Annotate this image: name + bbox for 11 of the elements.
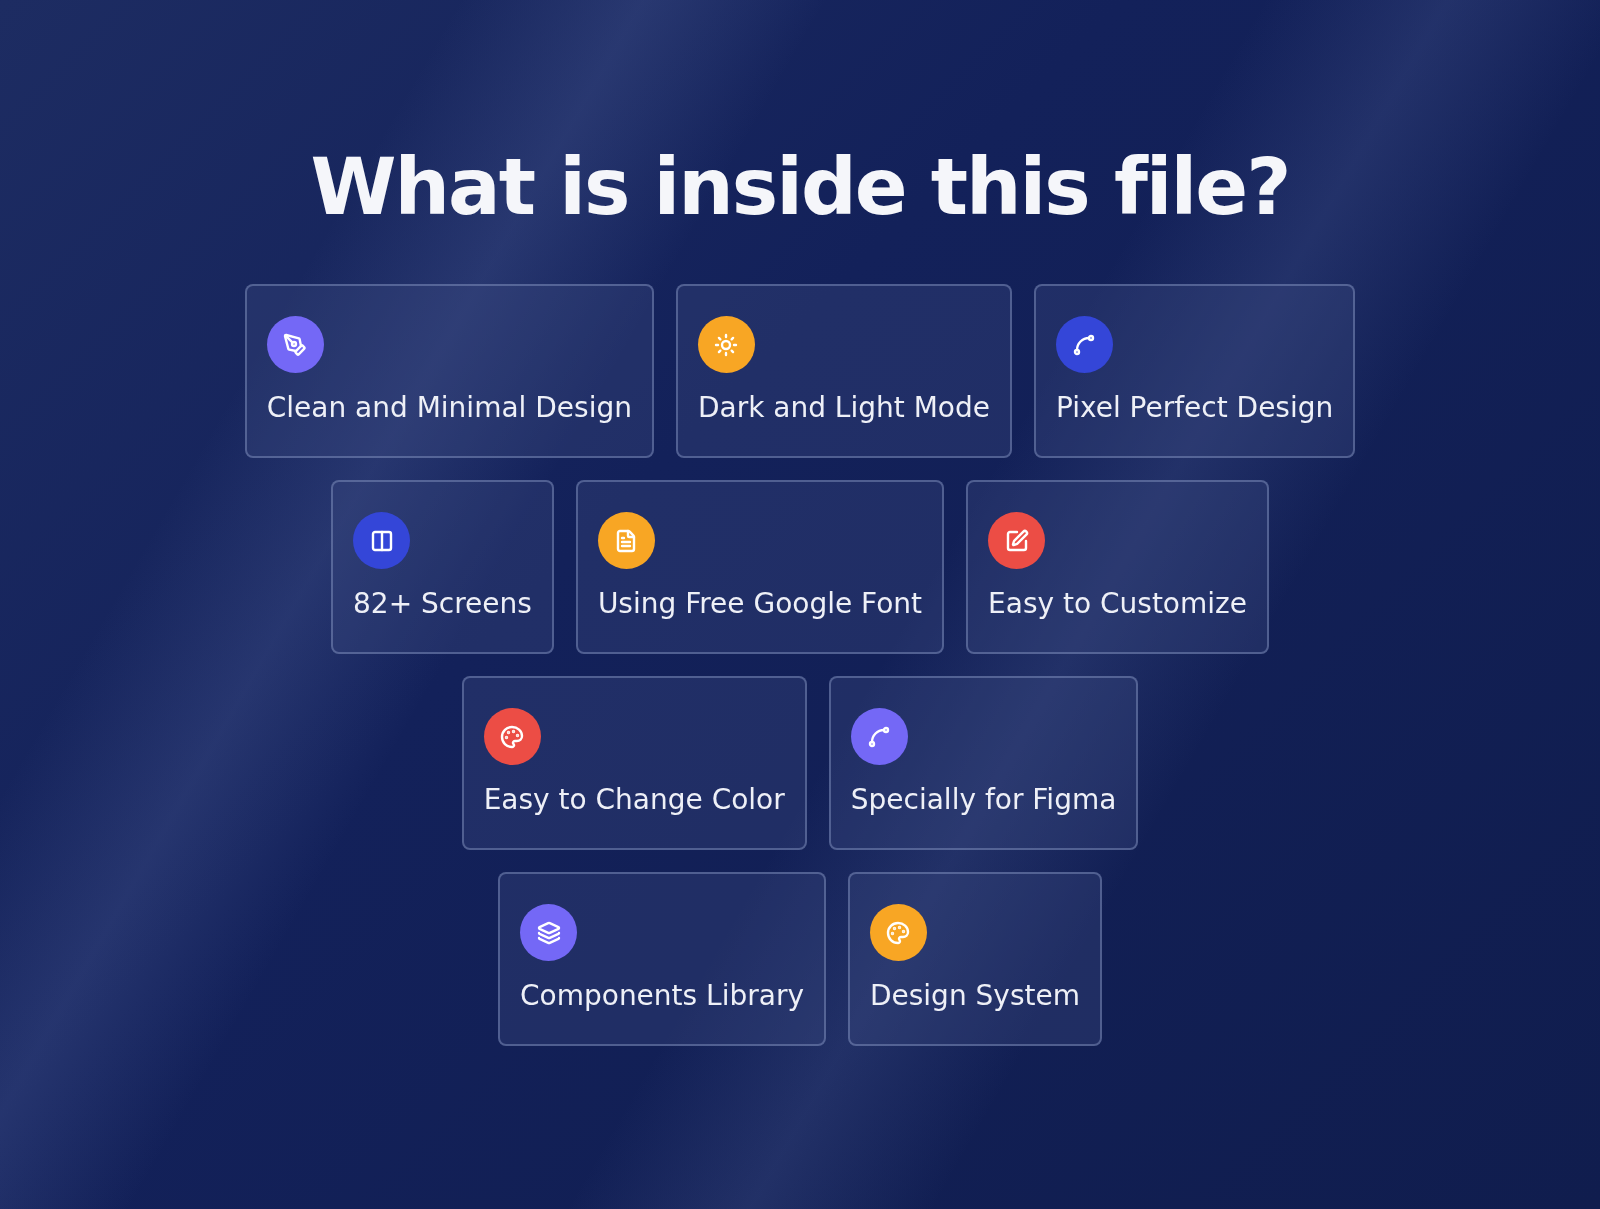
page-title: What is inside this file?	[310, 142, 1290, 232]
feature-label: Pixel Perfect Design	[1055, 391, 1334, 424]
feature-label: 82+ Screens	[353, 587, 532, 620]
feature-label: Easy to Customize	[988, 587, 1247, 620]
feature-label: Easy to Change Color	[483, 783, 785, 816]
feature-label: Clean and Minimal Design	[266, 391, 632, 424]
feature-label: Dark and Light Mode	[697, 391, 990, 424]
feature-label: Components Library	[520, 979, 804, 1012]
feature-label: Using Free Google Font	[597, 587, 923, 620]
feature-label: Specially for Figma	[850, 783, 1117, 816]
feature-label: Design System	[869, 979, 1080, 1012]
